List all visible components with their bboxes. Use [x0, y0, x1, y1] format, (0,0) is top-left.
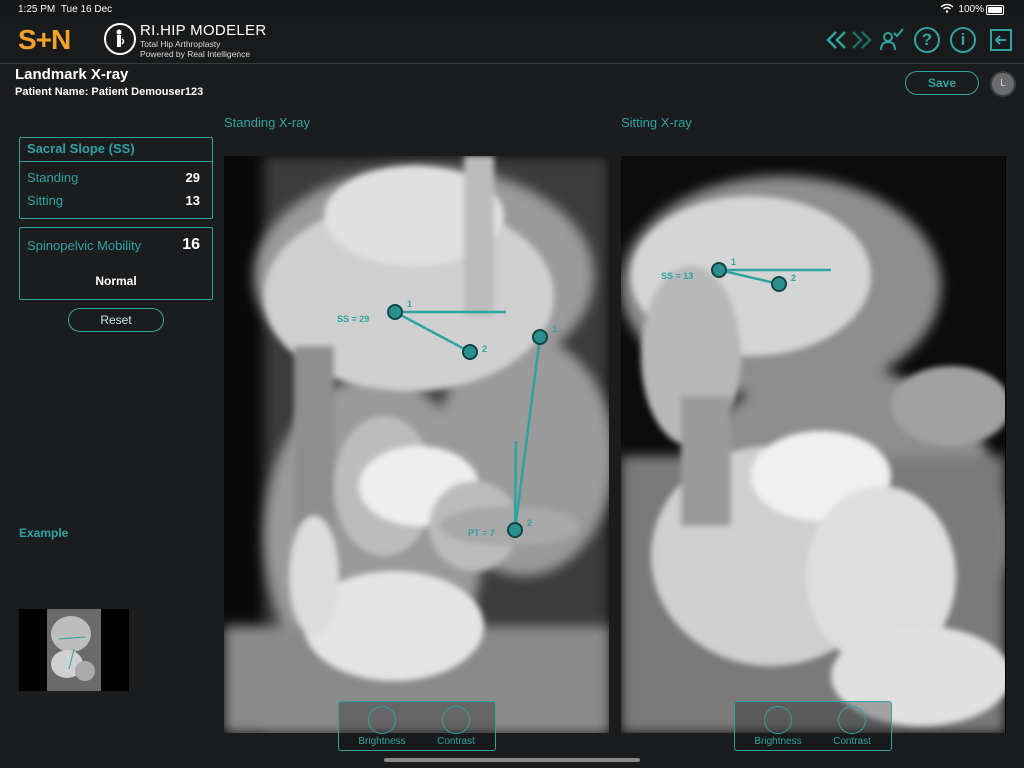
wifi-icon — [940, 3, 954, 13]
battery-icon — [986, 5, 1004, 15]
landmark-label-3: 1 — [552, 324, 557, 334]
sacral-slope-title: Sacral Slope (SS) — [27, 141, 135, 156]
example-thumbnail[interactable] — [19, 609, 129, 691]
ss-annotation: SS = 13 — [661, 271, 693, 281]
standing-xray-title: Standing X-ray — [224, 115, 310, 130]
page-title: Landmark X-ray — [15, 66, 129, 83]
landmark-label-1: 1 — [731, 257, 736, 267]
reset-button[interactable]: Reset — [68, 308, 164, 332]
info-icon[interactable]: i — [950, 27, 976, 53]
mobility-state: Normal — [95, 274, 137, 288]
contrast-knob[interactable] — [442, 706, 470, 734]
brightness-knob[interactable] — [368, 706, 396, 734]
double-chevron-left-icon[interactable] — [824, 27, 850, 53]
ss-annotation: SS = 29 — [337, 314, 369, 324]
pt-annotation: PT = 7 — [468, 528, 495, 538]
brightness-label: Brightness — [358, 736, 406, 747]
status-time: 1:25 PM Tue 16 Dec — [18, 4, 113, 15]
home-indicator[interactable] — [384, 758, 640, 762]
standing-value: 29 — [185, 170, 200, 185]
contrast-label: Contrast — [833, 736, 871, 747]
patient-name: Patient Name: Patient Demouser123 — [15, 86, 204, 98]
brand-logo: S+N — [18, 24, 71, 55]
spinopelvic-mobility-panel: Spinopelvic Mobility 16 Normal — [19, 227, 213, 300]
battery-percent: 100% — [958, 4, 984, 15]
app-logo-icon — [104, 23, 136, 55]
example-label: Example — [19, 526, 69, 540]
brightness-label: Brightness — [754, 736, 802, 747]
sitting-xray-title: Sitting X-ray — [621, 115, 692, 130]
app-subtitle: Total Hip Arthroplasty Powered by Real I… — [140, 39, 251, 59]
landmark-label-2: 2 — [791, 273, 796, 283]
landmark-label-2: 2 — [482, 344, 487, 354]
standing-xray-view[interactable]: SS = 29 1 2 1 2 PT = 7 — [224, 156, 609, 733]
user-check-icon[interactable] — [878, 27, 904, 53]
standing-label: Standing — [27, 170, 79, 185]
avatar[interactable]: L — [990, 71, 1016, 97]
sitting-label: Sitting — [27, 193, 64, 208]
landmark-label-1: 1 — [407, 299, 412, 309]
double-chevron-right-icon[interactable] — [848, 27, 874, 53]
sitting-image-adjust: Brightness Contrast — [734, 701, 892, 751]
sitting-xray-view[interactable]: SS = 13 1 2 — [621, 156, 1006, 733]
sacral-slope-panel: Sacral Slope (SS) Standing 29 Sitting 13 — [19, 137, 213, 219]
divider — [20, 161, 212, 162]
brightness-knob[interactable] — [764, 706, 792, 734]
standing-image-adjust: Brightness Contrast — [338, 701, 496, 751]
help-icon[interactable]: ? — [914, 27, 940, 53]
contrast-label: Contrast — [437, 736, 475, 747]
status-bar: 1:25 PM Tue 16 Dec 100% — [0, 0, 1024, 18]
app-header: S+N RI.HIP MODELER Total Hip Arthroplast… — [0, 18, 1024, 64]
sitting-value: 13 — [185, 193, 200, 208]
landmark-label-4: 2 — [527, 518, 532, 528]
contrast-knob[interactable] — [838, 706, 866, 734]
app-title: RI.HIP MODELER — [140, 22, 267, 39]
exit-icon[interactable] — [988, 27, 1014, 53]
mobility-label: Spinopelvic Mobility — [27, 238, 142, 253]
save-button[interactable]: Save — [905, 71, 979, 95]
mobility-value: 16 — [182, 236, 200, 253]
